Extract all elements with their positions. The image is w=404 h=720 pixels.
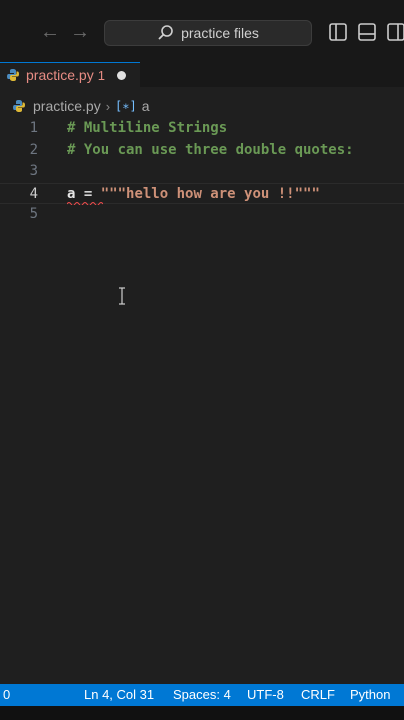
line-number: 5 (29, 206, 38, 222)
status-language[interactable]: Python (350, 684, 390, 706)
status-problems[interactable]: 0 (3, 684, 10, 706)
code-line[interactable]: 3 (0, 161, 404, 183)
error-squiggle (67, 202, 103, 205)
breadcrumb-file[interactable]: practice.py (33, 98, 101, 114)
bottom-edge (0, 706, 404, 720)
code-statement: a = """hello how are you !!""" (67, 184, 320, 206)
editor-tab-bar: practice.py 1 (0, 62, 404, 87)
breadcrumb: practice.py › [∗] a (0, 94, 404, 118)
text-cursor-icon (119, 287, 125, 305)
line-number: 1 (29, 120, 38, 136)
code-string: """hello how are you !!""" (100, 185, 320, 202)
unsaved-dot-icon[interactable] (116, 70, 126, 80)
tab-filename: practice.py (26, 67, 94, 83)
arrow-right-icon[interactable]: → (68, 20, 92, 44)
status-indentation[interactable]: Spaces: 4 (173, 684, 231, 706)
status-line-endings[interactable]: CRLF (301, 684, 335, 706)
line-number: 4 (29, 185, 38, 202)
code-comment: # Multiline Strings (67, 120, 228, 136)
tab-problem-count: 1 (97, 67, 105, 83)
toggle-panel-icon[interactable] (357, 22, 377, 42)
search-icon (158, 25, 173, 40)
toggle-secondary-sidebar-icon[interactable] (386, 22, 404, 42)
code-line[interactable]: 2 # You can use three double quotes: (0, 140, 404, 162)
code-comment: # You can use three double quotes: (67, 141, 354, 158)
status-cursor-position[interactable]: Ln 4, Col 31 (84, 684, 154, 706)
command-center-label: practice files (181, 25, 259, 41)
line-number: 2 (29, 141, 38, 158)
variable-icon: [∗] (115, 99, 137, 113)
breadcrumb-symbol[interactable]: a (142, 98, 150, 114)
code-editor[interactable]: 1 # Multiline Strings 2 # You can use th… (0, 118, 404, 684)
python-file-icon (13, 100, 25, 112)
status-encoding[interactable]: UTF-8 (247, 684, 284, 706)
tab-practice-py[interactable]: practice.py 1 (0, 62, 140, 87)
code-line[interactable]: 1 # Multiline Strings (0, 118, 404, 140)
title-bar: ← → practice files (0, 0, 404, 63)
code-line-current[interactable]: 4 a = """hello how are you !!""" (0, 182, 404, 206)
chevron-right-icon: › (105, 98, 111, 114)
code-operator: = (75, 185, 101, 202)
code-line[interactable]: 5 (0, 204, 404, 226)
arrow-left-icon[interactable]: ← (38, 20, 62, 44)
status-bar: 0 Ln 4, Col 31 Spaces: 4 UTF-8 CRLF Pyth… (0, 684, 404, 706)
python-file-icon (7, 69, 19, 81)
command-center-search[interactable]: practice files (104, 20, 312, 46)
toggle-primary-sidebar-icon[interactable] (328, 22, 348, 42)
line-number: 3 (29, 163, 38, 179)
